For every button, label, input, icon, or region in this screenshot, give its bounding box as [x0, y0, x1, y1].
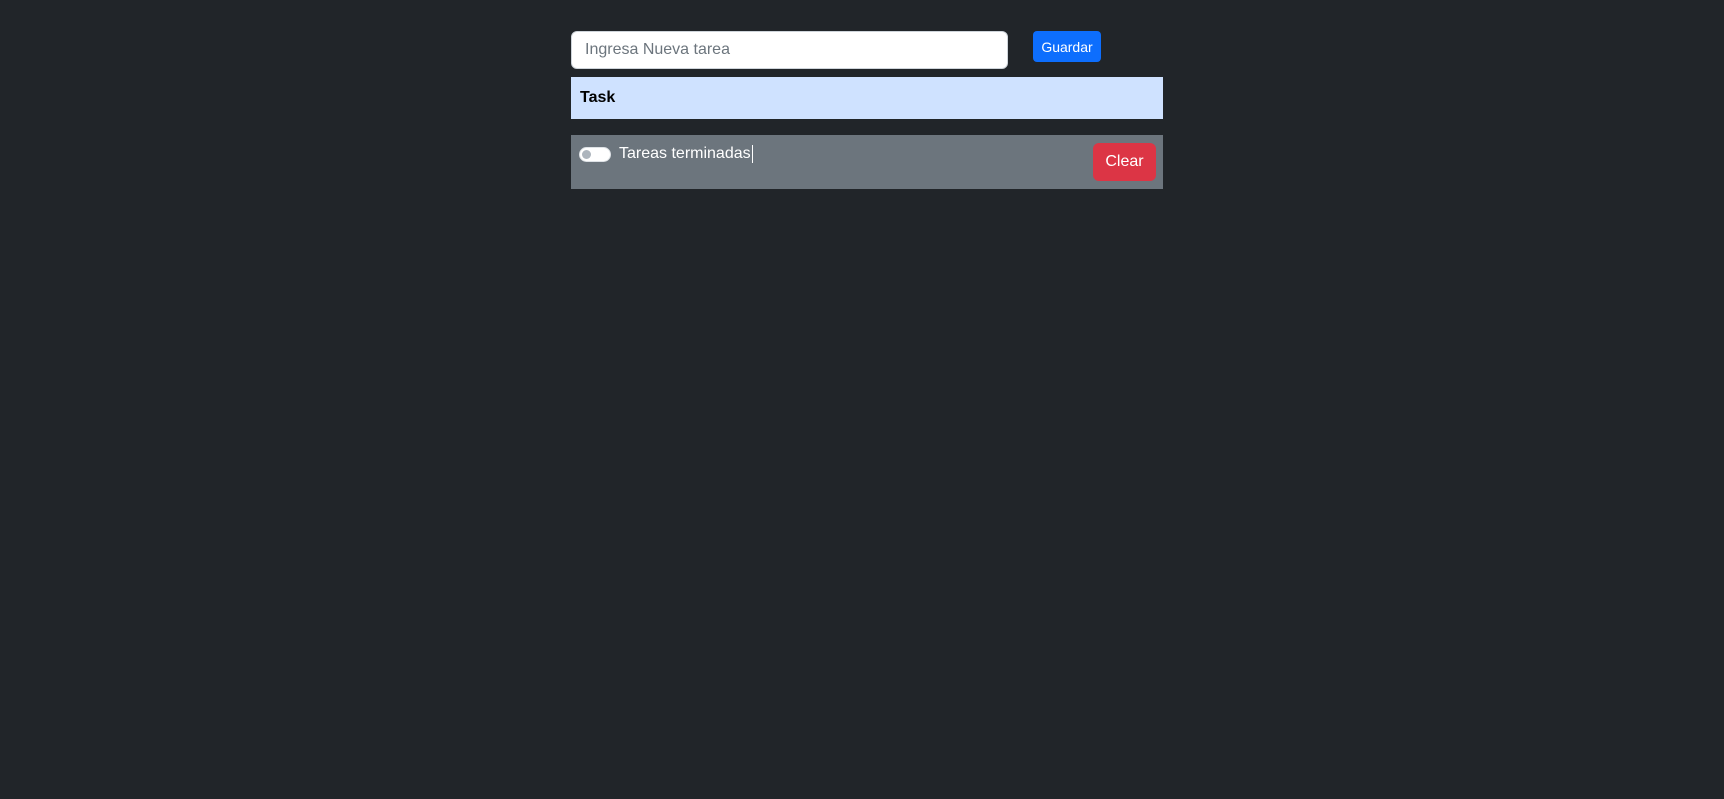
save-button[interactable]: Guardar	[1033, 31, 1101, 62]
task-footer: Tareas terminadas Clear	[571, 135, 1163, 189]
text-cursor	[751, 145, 753, 163]
completed-tasks-label: Tareas terminadas	[619, 145, 753, 163]
toggle-knob	[582, 150, 591, 159]
clear-button[interactable]: Clear	[1093, 143, 1156, 181]
task-list-header: Task	[571, 77, 1163, 119]
todo-app: Guardar Task Tareas terminadas Clear	[0, 0, 1724, 799]
task-header-label: Task	[580, 89, 616, 106]
completed-tasks-toggle[interactable]	[579, 147, 611, 162]
new-task-input[interactable]	[571, 31, 1008, 69]
completed-tasks-label-text: Tareas terminadas	[619, 145, 751, 162]
